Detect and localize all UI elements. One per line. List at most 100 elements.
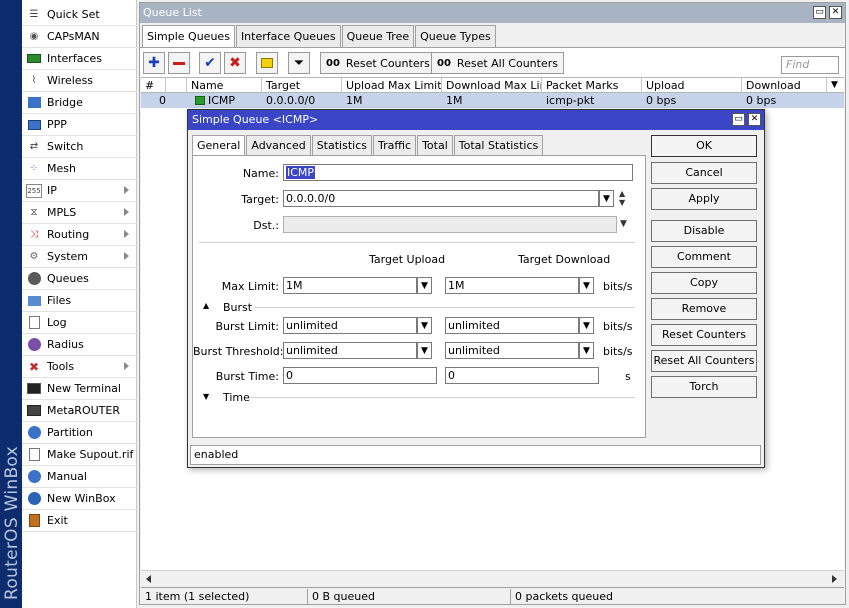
sidebar-item-bridge[interactable]: Bridge: [22, 92, 137, 114]
tab-interface-queues[interactable]: Interface Queues: [235, 25, 341, 47]
burst-limit-download-dropdown-icon[interactable]: ▼: [579, 317, 594, 334]
col-number[interactable]: #: [141, 78, 166, 93]
sidebar-item-capsman[interactable]: ◉ CAPsMAN: [22, 26, 137, 48]
max-limit-download-dropdown-icon[interactable]: ▼: [579, 277, 594, 294]
close-button[interactable]: ✕: [829, 6, 842, 19]
filter-button[interactable]: ⏷: [288, 52, 310, 74]
sidebar-item-label: Exit: [47, 514, 68, 527]
sidebar-item-manual[interactable]: Manual: [22, 466, 137, 488]
sidebar-item-interfaces[interactable]: Interfaces: [22, 48, 137, 70]
burst-collapse-icon[interactable]: ▲: [203, 301, 209, 310]
burst-threshold-upload-dropdown-icon[interactable]: ▼: [417, 342, 432, 359]
comment-button[interactable]: [256, 52, 278, 74]
col-download-max-limit[interactable]: Download Max Limit: [442, 78, 542, 93]
col-download[interactable]: Download: [742, 78, 827, 93]
time-expand-icon[interactable]: ▼: [203, 392, 209, 401]
max-limit-download-input[interactable]: 1M: [445, 277, 579, 294]
col-packet-marks[interactable]: Packet Marks: [542, 78, 642, 93]
apply-button[interactable]: Apply: [651, 188, 757, 210]
target-input[interactable]: 0.0.0.0/0: [283, 190, 599, 207]
dialog-restore-button[interactable]: ▭: [732, 113, 745, 126]
burst-threshold-upload-input[interactable]: unlimited: [283, 342, 417, 359]
disable-button[interactable]: ✖: [224, 52, 246, 74]
scroll-left-icon[interactable]: [146, 575, 151, 583]
tab-total-statistics[interactable]: Total Statistics: [453, 135, 544, 155]
col-flags[interactable]: [166, 78, 187, 93]
copy-button[interactable]: Copy: [651, 272, 757, 294]
tab-total[interactable]: Total: [417, 135, 453, 155]
status-queued: 0 B queued: [308, 589, 511, 604]
tab-queue-tree[interactable]: Queue Tree: [341, 25, 415, 47]
burst-limit-upload-input[interactable]: unlimited: [283, 317, 417, 334]
sidebar-item-ip[interactable]: 255 IP: [22, 180, 137, 202]
burst-limit-download-input[interactable]: unlimited: [445, 317, 579, 334]
scroll-right-icon[interactable]: [832, 575, 837, 583]
sidebar-item-files[interactable]: Files: [22, 290, 137, 312]
col-upload[interactable]: Upload: [642, 78, 742, 93]
torch-button[interactable]: Torch: [651, 376, 757, 398]
sidebar-item-mesh[interactable]: ⁘ Mesh: [22, 158, 137, 180]
enable-button[interactable]: ✔: [199, 52, 221, 74]
burst-threshold-download-input[interactable]: unlimited: [445, 342, 579, 359]
sidebar-item-radius[interactable]: Radius: [22, 334, 137, 356]
max-limit-upload-dropdown-icon[interactable]: ▼: [417, 277, 432, 294]
burst-limit-upload-dropdown-icon[interactable]: ▼: [417, 317, 432, 334]
dst-dropdown-icon[interactable]: ▼: [620, 219, 627, 229]
target-updown-icon[interactable]: ▲ ▼: [619, 189, 625, 207]
dialog-close-button[interactable]: ✕: [748, 113, 761, 126]
sidebar-item-quick-set[interactable]: ☰ Quick Set: [22, 4, 137, 26]
sidebar-item-new-terminal[interactable]: New Terminal: [22, 378, 137, 400]
col-upload-max-limit[interactable]: Upload Max Limit: [342, 78, 442, 93]
name-input[interactable]: ICMP: [283, 164, 633, 181]
time-section-title[interactable]: Time: [223, 391, 250, 404]
reset-all-counters-button[interactable]: 00 Reset All Counters: [431, 52, 564, 74]
target-dropdown-icon[interactable]: ▼: [599, 190, 614, 207]
burst-threshold-download-dropdown-icon[interactable]: ▼: [579, 342, 594, 359]
reset-counters-button[interactable]: Reset Counters: [651, 324, 757, 346]
ok-button[interactable]: OK: [651, 135, 757, 157]
col-target[interactable]: Target: [262, 78, 342, 93]
disable-button[interactable]: Disable: [651, 220, 757, 242]
sidebar-item-routing[interactable]: ⤨ Routing: [22, 224, 137, 246]
remove-button[interactable]: Remove: [651, 298, 757, 320]
col-name[interactable]: Name: [187, 78, 262, 93]
columns-dropdown-icon[interactable]: ▼: [827, 78, 844, 93]
row-upload: 0 bps: [646, 94, 677, 107]
tab-general[interactable]: General: [192, 135, 246, 156]
sidebar-item-mpls[interactable]: ⧖ MPLS: [22, 202, 137, 224]
cancel-button[interactable]: Cancel: [651, 162, 757, 184]
tab-statistics[interactable]: Statistics: [311, 135, 372, 155]
burst-section-title[interactable]: Burst: [223, 301, 252, 314]
horizontal-scrollbar[interactable]: [141, 570, 844, 587]
sidebar-item-exit[interactable]: Exit: [22, 510, 137, 532]
sidebar-item-tools[interactable]: ✖ Tools: [22, 356, 137, 378]
tab-simple-queues[interactable]: Simple Queues: [142, 25, 235, 48]
burst-time-download-input[interactable]: 0: [445, 367, 599, 384]
sidebar-item-partition[interactable]: Partition: [22, 422, 137, 444]
sidebar-item-ppp[interactable]: PPP: [22, 114, 137, 136]
remove-button[interactable]: [168, 52, 190, 74]
find-input[interactable]: Find: [781, 56, 839, 74]
tab-advanced[interactable]: Advanced: [246, 135, 311, 155]
comment-button[interactable]: Comment: [651, 246, 757, 268]
sidebar-item-make-supout[interactable]: Make Supout.rif: [22, 444, 137, 466]
max-limit-upload-input[interactable]: 1M: [283, 277, 417, 294]
tab-traffic[interactable]: Traffic: [373, 135, 417, 155]
sidebar-item-wireless[interactable]: ⌇ Wireless: [22, 70, 137, 92]
dst-input[interactable]: [283, 216, 617, 233]
tab-queue-types[interactable]: Queue Types: [415, 25, 496, 47]
plus-icon: ✚: [148, 55, 160, 71]
sidebar-item-log[interactable]: Log: [22, 312, 137, 334]
restore-button[interactable]: ▭: [813, 6, 826, 19]
reset-counters-button[interactable]: 00 Reset Counters: [320, 52, 436, 74]
sidebar-item-queues[interactable]: Queues: [22, 268, 137, 290]
sidebar-item-switch[interactable]: ⇄ Switch: [22, 136, 137, 158]
table-row[interactable]: 0 ICMP 0.0.0.0/0 1M 1M icmp-pkt 0 bps 0 …: [141, 93, 844, 108]
burst-time-upload-input[interactable]: 0: [283, 367, 437, 384]
reset-all-counters-button[interactable]: Reset All Counters: [651, 350, 757, 372]
add-button[interactable]: ✚: [143, 52, 165, 74]
sidebar-item-metarouter[interactable]: MetaROUTER: [22, 400, 137, 422]
sidebar-item-new-winbox[interactable]: New WinBox: [22, 488, 137, 510]
sidebar-item-system[interactable]: ⚙ System: [22, 246, 137, 268]
queue-toolbar: ✚ ✔ ✖ ⏷ 00 Reset Counters 00 Reset All Cou…: [140, 47, 845, 77]
